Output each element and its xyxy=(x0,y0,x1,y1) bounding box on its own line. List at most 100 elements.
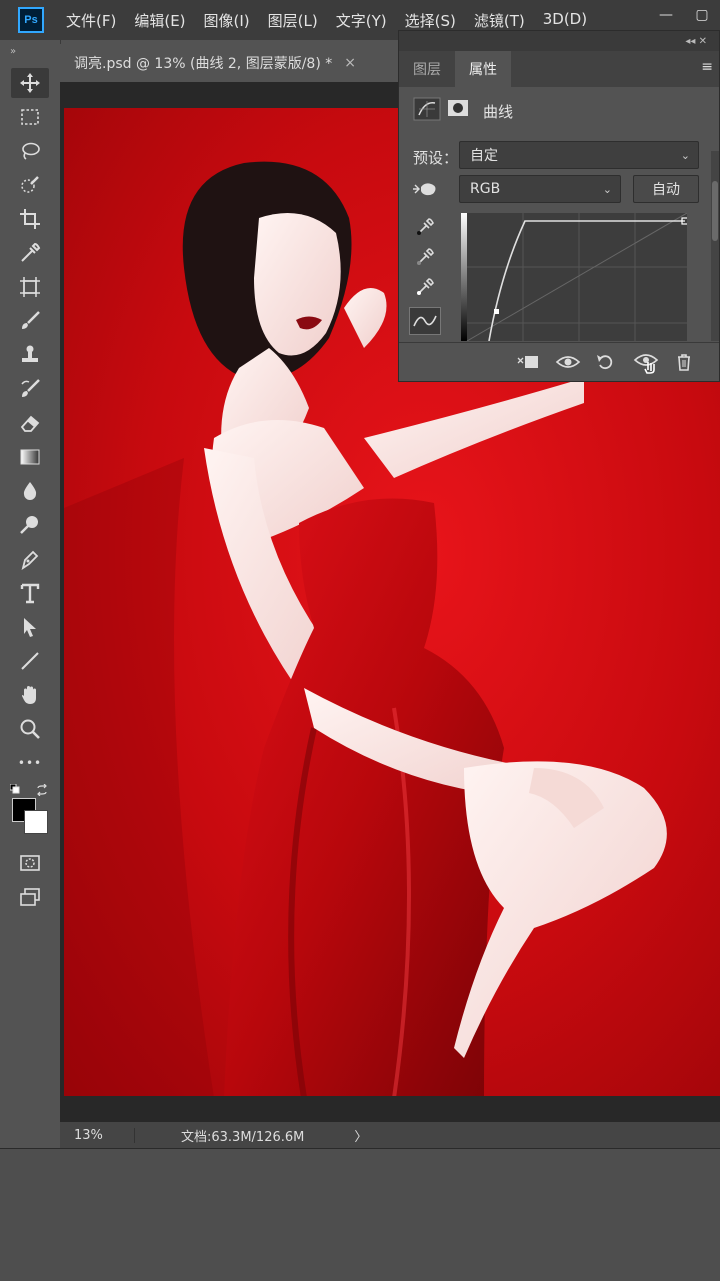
gray-point-eyedropper-icon[interactable] xyxy=(415,247,435,267)
document-size: 文档:63.3M/126.6M xyxy=(181,1129,305,1145)
preset-value: 自定 xyxy=(470,148,498,164)
white-point-eyedropper-icon[interactable] xyxy=(415,277,435,297)
zoom-tool[interactable] xyxy=(11,714,49,744)
reset-icon xyxy=(597,355,613,370)
blur-drop-icon xyxy=(23,482,37,500)
auto-button[interactable]: 自动 xyxy=(633,175,699,203)
curve-wave-icon xyxy=(413,315,437,327)
crop-tool[interactable] xyxy=(11,204,49,234)
quick-mask-icon xyxy=(20,855,40,871)
clip-to-layer-icon xyxy=(517,356,538,368)
swap-colors-icon[interactable] xyxy=(36,784,48,796)
menu-image[interactable]: 图像(I) xyxy=(204,10,250,31)
panel-menu-icon[interactable]: ≡ xyxy=(701,59,713,75)
crop-icon xyxy=(20,209,40,229)
minimize-button[interactable]: — xyxy=(648,0,684,30)
zoom-icon xyxy=(20,719,40,739)
stamp-tool[interactable] xyxy=(11,340,49,370)
color-swatches xyxy=(8,784,58,844)
marquee-tool[interactable] xyxy=(11,102,49,132)
toolbar-grip[interactable]: » xyxy=(0,40,60,64)
properties-panel: ◂◂ ✕ 图层 属性 ≡ 曲线 预设： 自定 ⌄ RGB ⌄ 自动 xyxy=(398,30,720,382)
quick-select-tool[interactable] xyxy=(11,170,49,200)
more-tools[interactable]: ••• xyxy=(11,748,49,778)
menu-edit[interactable]: 编辑(E) xyxy=(134,10,185,31)
dodge-tool[interactable] xyxy=(11,510,49,540)
scrollbar-thumb[interactable] xyxy=(712,181,718,241)
workspace-bottom xyxy=(0,1148,720,1281)
adjustment-title: 曲线 xyxy=(483,103,514,121)
panel-header-bar: ◂◂ ✕ xyxy=(399,31,719,51)
tab-layers[interactable]: 图层 xyxy=(399,51,455,87)
preset-label: 预设： xyxy=(413,149,459,167)
menu-3d[interactable]: 3D(D) xyxy=(543,10,587,31)
line-tool[interactable] xyxy=(11,646,49,676)
history-brush-icon xyxy=(21,379,40,397)
trash-icon xyxy=(678,354,690,371)
screen-mode-button[interactable] xyxy=(11,882,49,912)
curves-adjustment-icon[interactable] xyxy=(413,97,441,121)
menu-filter[interactable]: 滤镜(T) xyxy=(474,10,525,31)
curve-plot xyxy=(461,213,687,341)
panel-bottom-bar xyxy=(399,342,719,381)
move-icon xyxy=(20,73,40,93)
delete-adjustment-button[interactable] xyxy=(671,351,697,373)
brush-icon xyxy=(22,311,40,329)
menu-select[interactable]: 选择(S) xyxy=(405,10,456,31)
collapse-panel-button[interactable]: ◂◂ ✕ xyxy=(685,36,707,47)
screen-mode-icon xyxy=(20,888,40,906)
preset-select[interactable]: 自定 ⌄ xyxy=(459,141,699,169)
lasso-tool[interactable] xyxy=(11,136,49,166)
layer-mask-icon[interactable] xyxy=(447,99,469,117)
type-tool[interactable] xyxy=(11,578,49,608)
blur-tool[interactable] xyxy=(11,476,49,506)
quick-select-icon xyxy=(21,176,39,193)
gradient-tool[interactable] xyxy=(11,442,49,472)
history-brush-tool[interactable] xyxy=(11,374,49,404)
view-previous-state-button[interactable] xyxy=(555,351,581,373)
black-point-eyedropper-icon[interactable] xyxy=(415,217,435,237)
chevron-down-icon: ⌄ xyxy=(680,148,690,162)
eyedropper-tool[interactable] xyxy=(11,238,49,268)
target-adjust-hand-icon[interactable] xyxy=(411,179,439,199)
status-bar: 13% 文档:63.3M/126.6M 〉 xyxy=(60,1122,720,1148)
curve-edit-mode-button[interactable] xyxy=(409,307,441,335)
pen-icon xyxy=(21,550,39,570)
pen-tool[interactable] xyxy=(11,544,49,574)
menu-file[interactable]: 文件(F) xyxy=(66,10,116,31)
path-select-icon xyxy=(24,618,36,637)
maximize-button[interactable]: ▢ xyxy=(684,0,720,30)
toggle-visibility-button[interactable] xyxy=(633,351,659,374)
panel-tabs: 图层 属性 ≡ xyxy=(399,51,719,87)
document-tab[interactable]: 调亮.psd @ 13% (曲线 2, 图层蒙版/8) * × xyxy=(60,44,390,83)
clip-to-layer-button[interactable] xyxy=(515,351,541,373)
tab-properties[interactable]: 属性 xyxy=(455,51,511,87)
quick-mask-button[interactable] xyxy=(11,848,49,878)
default-colors-icon[interactable] xyxy=(10,784,20,794)
zoom-level[interactable]: 13% xyxy=(60,1127,135,1143)
eye-icon xyxy=(555,356,581,368)
hand-tool[interactable] xyxy=(11,680,49,710)
frame-tool[interactable] xyxy=(11,272,49,302)
brush-tool[interactable] xyxy=(11,306,49,336)
menu-layer[interactable]: 图层(L) xyxy=(268,10,318,31)
panel-scrollbar[interactable] xyxy=(711,151,719,341)
status-menu-arrow[interactable]: 〉 xyxy=(354,1126,367,1145)
photoshop-logo: Ps xyxy=(18,7,44,33)
reset-adjustment-button[interactable] xyxy=(593,351,619,373)
background-color[interactable] xyxy=(24,810,48,834)
curves-graph[interactable] xyxy=(461,213,687,341)
close-document-button[interactable]: × xyxy=(344,55,356,71)
lasso-icon xyxy=(22,142,40,160)
path-select-tool[interactable] xyxy=(11,612,49,642)
eraser-tool[interactable] xyxy=(11,408,49,438)
visibility-icon xyxy=(633,354,659,374)
type-icon xyxy=(20,583,40,604)
move-tool[interactable] xyxy=(11,68,49,98)
window-controls: — ▢ xyxy=(648,0,720,30)
channel-select[interactable]: RGB ⌄ xyxy=(459,175,621,203)
menu-type[interactable]: 文字(Y) xyxy=(336,10,387,31)
gradient-icon xyxy=(20,449,40,465)
tools-panel: » ••• xyxy=(0,40,61,1148)
eraser-icon xyxy=(20,415,40,432)
